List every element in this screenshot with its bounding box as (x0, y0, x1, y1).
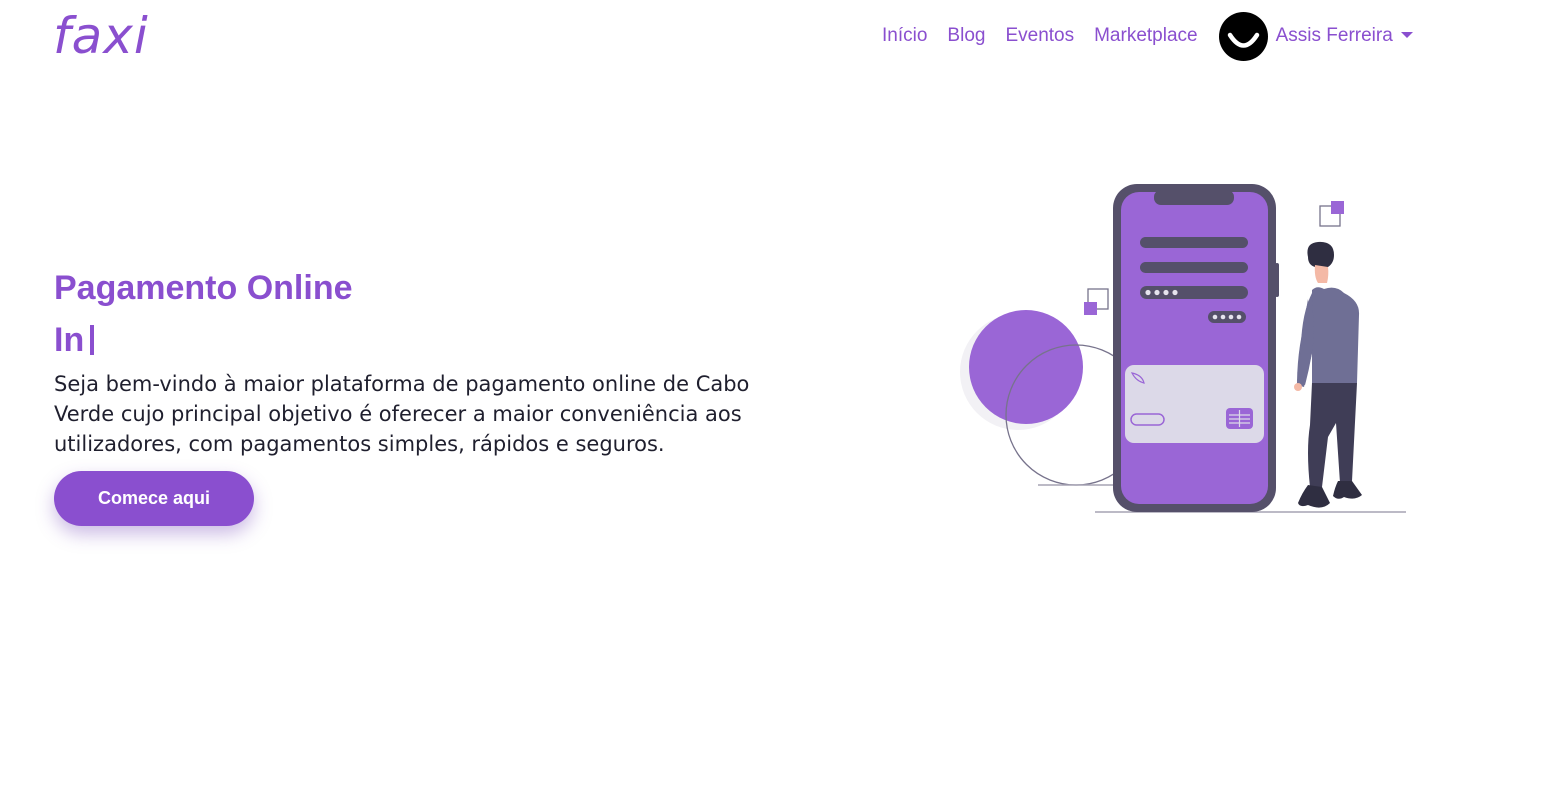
user-menu-toggle[interactable]: Assis Ferreira (1276, 25, 1413, 47)
typed-text: In (54, 318, 95, 362)
hero-title: Pagamento Online (54, 269, 353, 307)
get-started-button[interactable]: Comece aqui (54, 471, 254, 526)
smiley-avatar-icon (1227, 32, 1259, 48)
user-avatar[interactable] (1218, 11, 1268, 61)
nav-link-blog[interactable]: Blog (937, 25, 995, 47)
caret-down-icon (1400, 32, 1413, 38)
hero-description: Seja bem-vindo à maior plataforma de pag… (54, 372, 750, 456)
main-nav: Início Blog Eventos Marketplace Assis Fe… (872, 11, 1413, 61)
typed-text-value: In (54, 321, 85, 359)
typing-cursor (90, 325, 95, 355)
brand-logo[interactable]: faxi (53, 4, 149, 68)
nav-link-eventos[interactable]: Eventos (995, 25, 1084, 47)
mobile-payment-illustration (960, 184, 1406, 513)
nav-link-marketplace[interactable]: Marketplace (1084, 25, 1208, 47)
nav-link-inicio[interactable]: Início (872, 25, 937, 47)
page: faxi Início Blog Eventos Marketplace Ass… (0, 0, 1545, 806)
user-name: Assis Ferreira (1275, 25, 1393, 46)
